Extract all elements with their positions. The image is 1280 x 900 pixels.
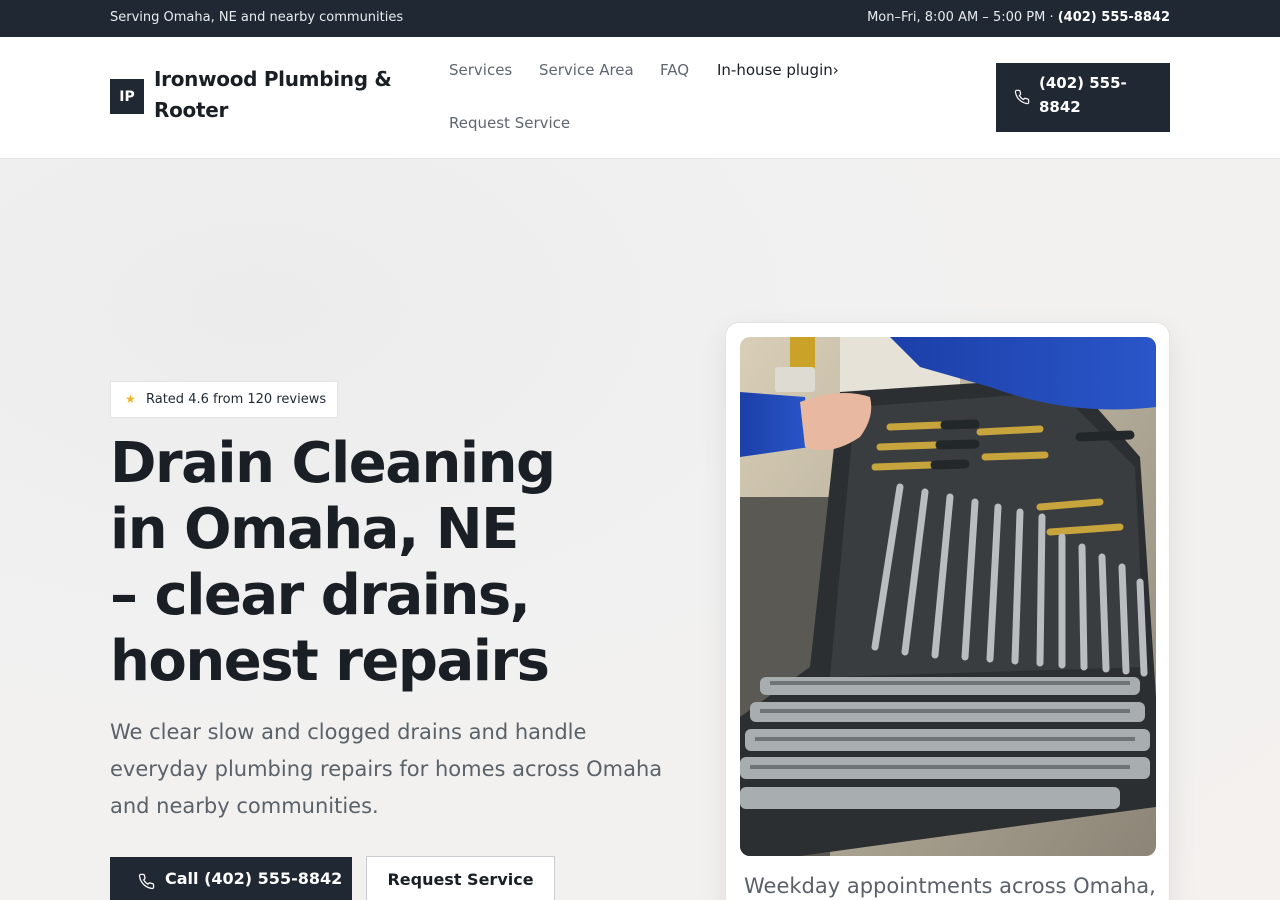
hero-title-line-2: in Omaha, NE [110,497,519,562]
site-header: IP Ironwood Plumbing & Rooter Services S… [0,37,1280,159]
service-area-text: Serving Omaha, NE and nearby communities [110,10,404,25]
toolbox-illustration [740,337,1156,856]
rating-badge: ★ Rated 4.6 from 120 reviews [110,381,338,418]
top-info-bar: Serving Omaha, NE and nearby communities… [0,0,1280,37]
request-service-button[interactable]: Request Service [366,856,555,900]
hero-title-line-3: – clear drains, [110,563,531,628]
phone-icon [1014,89,1030,105]
hours-and-phone: Mon–Fri, 8:00 AM – 5:00 PM · (402) 555-8… [867,10,1170,25]
nav-services[interactable]: Services [449,61,512,79]
hero-description: We clear slow and clogged drains and han… [110,720,663,818]
nav-service-area[interactable]: Service Area [539,61,634,79]
hero-section: ★ Rated 4.6 from 120 reviews Drain Clean… [0,159,1280,900]
card-caption: Weekday appointments across Omaha, [744,874,1156,898]
nav-faq[interactable]: FAQ [660,61,689,79]
header-call-label: (402) 555-8842 [1039,74,1127,116]
rating-text: Rated 4.6 from 120 reviews [146,392,327,407]
hero-title-line-1: Drain Cleaning [110,431,556,496]
nav-request-service[interactable]: Request Service [449,114,570,132]
topbar-phone-link[interactable]: (402) 555-8842 [1058,10,1170,25]
star-icon: ★ [125,392,136,406]
toolbox-photo [740,337,1156,856]
nav-in-house-plugin[interactable]: In-house plugin› [717,61,839,79]
business-hours: Mon–Fri, 8:00 AM – 5:00 PM · [867,10,1054,25]
hero-title-line-4: honest repairs [110,629,550,694]
header-call-button[interactable]: (402) 555-8842 [996,63,1170,132]
brand-name[interactable]: Ironwood Plumbing & Rooter [154,64,394,126]
hero-image-card: Weekday appointments across Omaha, [725,322,1170,900]
call-now-button[interactable]: Call (402) 555-8842 [110,857,352,900]
logo-mark[interactable]: IP [110,79,144,114]
phone-icon [138,873,155,890]
call-now-label: Call (402) 555-8842 [165,869,343,888]
hero-title: Drain Cleaning in Omaha, NE – clear drai… [110,431,670,695]
